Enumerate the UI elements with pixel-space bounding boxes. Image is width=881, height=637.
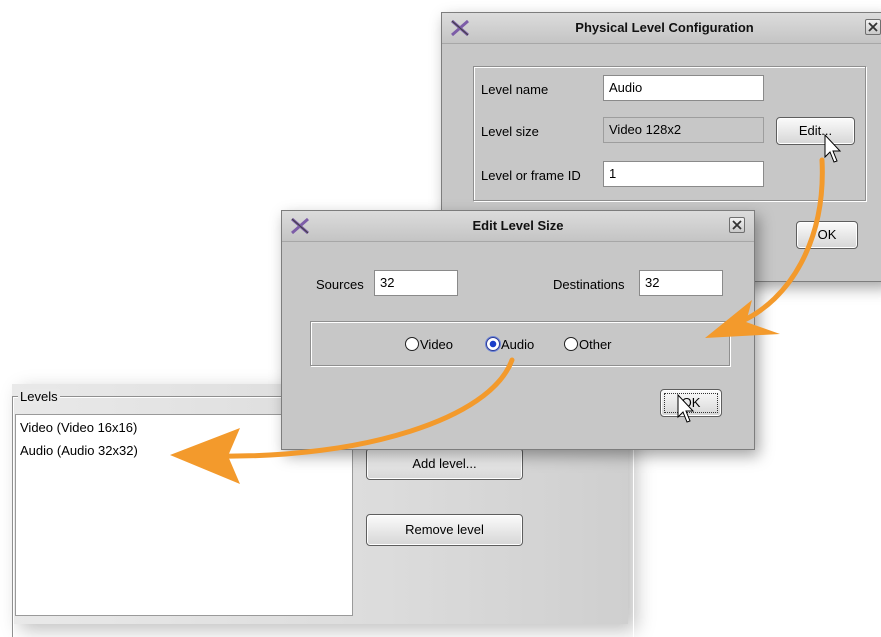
arrow-audio-to-list bbox=[217, 357, 515, 459]
annotation-overlay bbox=[170, 133, 842, 484]
arrow-edit-to-dialog bbox=[737, 157, 825, 325]
cursor-icon bbox=[677, 393, 695, 423]
cursor-icon bbox=[824, 133, 842, 163]
